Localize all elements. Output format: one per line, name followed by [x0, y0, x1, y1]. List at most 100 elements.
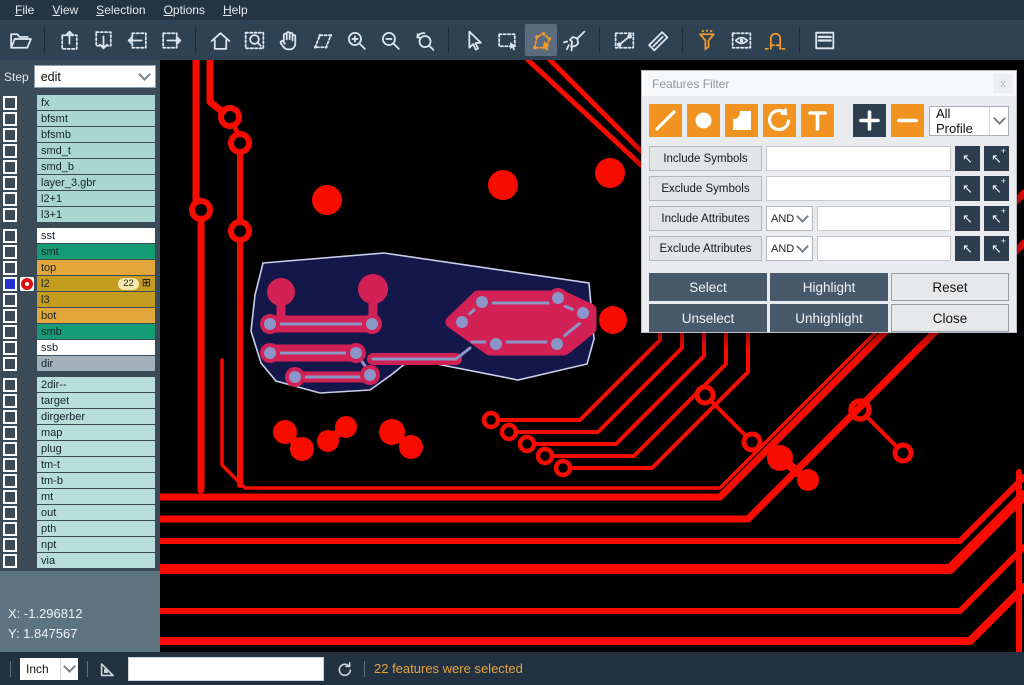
layer-name[interactable]: ssb — [37, 340, 155, 355]
exclude-symbols-input[interactable] — [766, 176, 951, 201]
include-attributes-and-select[interactable]: AND — [766, 206, 813, 231]
layer-checkbox[interactable] — [3, 245, 17, 259]
layer-checkbox[interactable] — [3, 160, 17, 174]
include-symbols-button[interactable]: Include Symbols — [649, 146, 762, 171]
layer-row-out[interactable]: out — [3, 505, 155, 520]
layer-checkbox[interactable] — [3, 554, 17, 568]
arc-type-button[interactable] — [763, 104, 796, 137]
layer-name[interactable]: 2dir-- — [37, 377, 155, 392]
layer-name[interactable]: smd_t — [37, 143, 155, 158]
layer-row-smd_t[interactable]: smd_t — [3, 143, 155, 158]
layer-row-dir[interactable]: dir — [3, 356, 155, 371]
layer-name[interactable]: dir — [37, 356, 155, 371]
command-input[interactable] — [128, 657, 324, 681]
layer-row-tm-b[interactable]: tm-b — [3, 473, 155, 488]
layer-name[interactable]: bfsmt — [37, 111, 155, 126]
open-button[interactable] — [4, 24, 36, 56]
layer-checkbox[interactable] — [3, 325, 17, 339]
layer-row-smt[interactable]: smt — [3, 244, 155, 259]
move-up-button[interactable] — [53, 24, 85, 56]
menu-view[interactable]: View — [43, 2, 87, 18]
layer-name[interactable]: sst — [37, 228, 155, 243]
layer-checkbox[interactable] — [3, 522, 17, 536]
layer-row-l3+1[interactable]: l3+1 — [3, 207, 155, 222]
layer-row-pth[interactable]: pth — [3, 521, 155, 536]
layer-name[interactable]: l222⊞ — [37, 276, 155, 291]
layer-row-mt[interactable]: mt — [3, 489, 155, 504]
layer-name[interactable]: mt — [37, 489, 155, 504]
layer-name[interactable]: layer_3.gbr — [37, 175, 155, 190]
layer-name[interactable]: bfsmb — [37, 127, 155, 142]
units-select[interactable]: Inch — [20, 658, 78, 680]
layer-row-smb[interactable]: smb — [3, 324, 155, 339]
active-layer-indicator[interactable] — [20, 277, 34, 291]
menu-help[interactable]: Help — [214, 2, 257, 18]
snap-button[interactable] — [759, 24, 791, 56]
select-button[interactable]: Select — [649, 273, 767, 301]
menu-selection[interactable]: Selection — [87, 2, 154, 18]
layer-checkbox[interactable] — [3, 208, 17, 222]
layer-row-l2[interactable]: l222⊞ — [3, 276, 155, 291]
highlight-button[interactable]: Highlight — [770, 273, 888, 301]
add-filter-button[interactable] — [853, 104, 886, 137]
layer-name[interactable]: smb — [37, 324, 155, 339]
layer-name[interactable]: tm-t — [37, 457, 155, 472]
zoom-area-button[interactable] — [238, 24, 270, 56]
layer-row-dirgerber[interactable]: dirgerber — [3, 409, 155, 424]
line-type-button[interactable] — [649, 104, 682, 137]
select-polygon-button[interactable] — [525, 24, 557, 56]
layer-row-via[interactable]: via — [3, 553, 155, 568]
layer-checkbox[interactable] — [3, 144, 17, 158]
layer-name[interactable]: pth — [37, 521, 155, 536]
layer-row-fx[interactable]: fx — [3, 95, 155, 110]
pick-add-symbol-button[interactable]: ↖+ — [984, 176, 1009, 201]
pad-type-button[interactable] — [687, 104, 720, 137]
layer-name[interactable]: top — [37, 260, 155, 275]
layer-checkbox[interactable] — [3, 426, 17, 440]
layer-checkbox[interactable] — [3, 474, 17, 488]
text-type-button[interactable] — [801, 104, 834, 137]
layer-checkbox[interactable] — [3, 538, 17, 552]
layer-name[interactable]: npt — [37, 537, 155, 552]
layer-name[interactable]: dirgerber — [37, 409, 155, 424]
move-left-button[interactable] — [121, 24, 153, 56]
profile-select[interactable]: All Profile — [929, 106, 1009, 136]
refresh-button[interactable] — [333, 658, 355, 680]
layer-checkbox[interactable] — [3, 490, 17, 504]
layer-name[interactable]: out — [37, 505, 155, 520]
layer-name[interactable]: l3+1 — [37, 207, 155, 222]
layer-row-top[interactable]: top — [3, 260, 155, 275]
layer-row-bot[interactable]: bot — [3, 308, 155, 323]
layer-checkbox[interactable] — [3, 277, 17, 291]
layer-checkbox[interactable] — [3, 506, 17, 520]
pick-attribute-button[interactable]: ↖ — [955, 236, 980, 261]
features-filter-button[interactable] — [691, 24, 723, 56]
layer-row-target[interactable]: target — [3, 393, 155, 408]
remove-filter-button[interactable] — [891, 104, 924, 137]
pick-symbol-button[interactable]: ↖ — [955, 176, 980, 201]
home-view-button[interactable] — [204, 24, 236, 56]
move-down-button[interactable] — [87, 24, 119, 56]
include-attributes-button[interactable]: Include Attributes — [649, 206, 762, 231]
layer-name[interactable]: bot — [37, 308, 155, 323]
pick-add-attribute-button[interactable]: ↖+ — [984, 236, 1009, 261]
pick-symbol-button[interactable]: ↖ — [955, 146, 980, 171]
layers-panel-button[interactable] — [808, 24, 840, 56]
layer-row-2dir--[interactable]: 2dir-- — [3, 377, 155, 392]
unhighlight-button[interactable]: Unhighlight — [770, 304, 888, 332]
layer-checkbox[interactable] — [3, 293, 17, 307]
layer-name[interactable]: map — [37, 425, 155, 440]
step-select[interactable]: edit — [34, 65, 156, 88]
layer-row-bfsmt[interactable]: bfsmt — [3, 111, 155, 126]
zoom-previous-button[interactable] — [408, 24, 440, 56]
layer-checkbox[interactable] — [3, 128, 17, 142]
layer-row-tm-t[interactable]: tm-t — [3, 457, 155, 472]
surface-type-button[interactable] — [725, 104, 758, 137]
layer-row-npt[interactable]: npt — [3, 537, 155, 552]
layer-name[interactable]: tm-b — [37, 473, 155, 488]
include-attributes-input[interactable] — [817, 206, 951, 231]
layer-name[interactable]: smd_b — [37, 159, 155, 174]
layer-checkbox[interactable] — [3, 96, 17, 110]
layer-name[interactable]: l2+1 — [37, 191, 155, 206]
layer-row-bfsmb[interactable]: bfsmb — [3, 127, 155, 142]
